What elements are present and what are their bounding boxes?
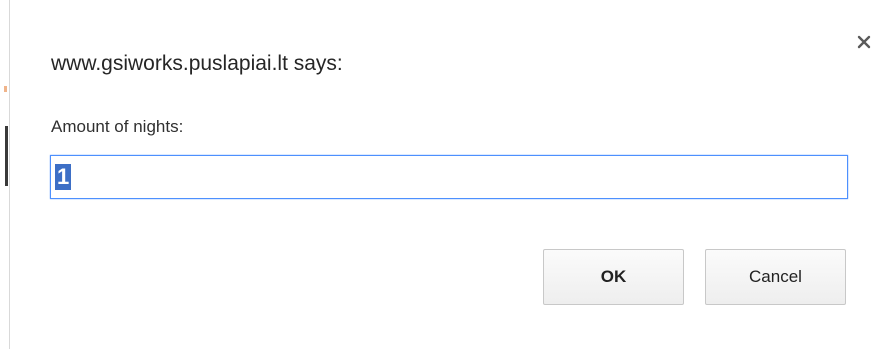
close-button[interactable] (852, 30, 876, 54)
close-icon (857, 35, 871, 49)
background-page-edge (0, 0, 10, 349)
page: www.gsiworks.puslapiai.lt says: Amount o… (0, 0, 880, 349)
dialog-title: www.gsiworks.puslapiai.lt says: (51, 52, 343, 75)
prompt-dialog: www.gsiworks.puslapiai.lt says: Amount o… (10, 0, 880, 349)
background-accent-mark (4, 86, 7, 92)
background-dark-mark (5, 126, 8, 186)
cancel-button[interactable]: Cancel (705, 249, 846, 305)
ok-button[interactable]: OK (543, 249, 684, 305)
prompt-label: Amount of nights: (51, 117, 184, 136)
nights-input-value: 1 (55, 164, 72, 190)
nights-input[interactable]: 1 (50, 155, 848, 199)
